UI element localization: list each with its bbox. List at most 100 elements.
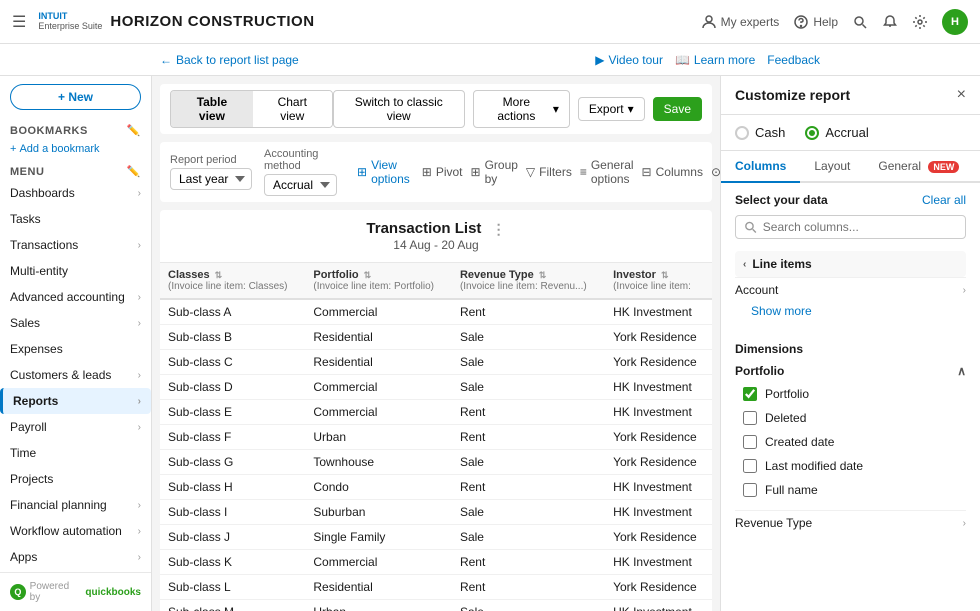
sidebar-item-customers---leads[interactable]: Customers & leads›: [0, 362, 151, 388]
sidebar-item-time[interactable]: Time: [0, 440, 151, 466]
bookmarks-header[interactable]: BOOKMARKS ✏️: [10, 124, 141, 137]
add-bookmark-button[interactable]: + Add a bookmark: [0, 139, 151, 159]
checkbox-input-3[interactable]: [743, 459, 757, 473]
filters-button[interactable]: ▽ Filters: [526, 165, 572, 179]
gear-icon[interactable]: [912, 14, 928, 30]
sidebar-item-reports[interactable]: Reports›: [0, 388, 151, 414]
powered-by: Q Powered by quickbooks: [0, 572, 151, 611]
checkbox-deleted[interactable]: Deleted: [735, 406, 966, 430]
sidebar-item-financial-planning[interactable]: Financial planning›: [0, 492, 151, 518]
portfolio-group-header[interactable]: Portfolio ∧: [735, 360, 966, 382]
cell-investor: York Residence: [605, 449, 712, 474]
my-experts-button[interactable]: My experts: [701, 14, 780, 30]
revenue-type-row[interactable]: Revenue Type ›: [735, 510, 966, 535]
cash-radio-circle: [735, 126, 749, 140]
columns-search-box: [735, 215, 966, 239]
columns-button[interactable]: ⊟ Columns: [642, 165, 703, 179]
line-items-header[interactable]: ‹ Line items: [735, 251, 966, 277]
sidebar-item-workflow-automation[interactable]: Workflow automation›: [0, 518, 151, 544]
chevron-icon: ›: [138, 188, 141, 199]
book-icon: 📖: [675, 53, 690, 67]
more-actions-button[interactable]: More actions ▾: [473, 90, 570, 128]
cell-portfolio: Commercial: [305, 299, 452, 325]
learn-more-link[interactable]: 📖 Learn more: [675, 53, 755, 67]
cell-class: Sub-class E: [160, 399, 305, 424]
cell-class: Sub-class K: [160, 549, 305, 574]
sort-icon-classes[interactable]: ⇅: [215, 270, 223, 280]
checkbox-last-modified-date[interactable]: Last modified date: [735, 454, 966, 478]
export-button[interactable]: Export ▾: [578, 97, 645, 121]
clear-all-button[interactable]: Clear all: [922, 193, 966, 207]
report-title-menu-icon[interactable]: ⋮: [492, 221, 506, 238]
bell-icon[interactable]: [882, 14, 898, 30]
tab-general[interactable]: General NEW: [864, 151, 973, 183]
sidebar-item-projects[interactable]: Projects: [0, 466, 151, 492]
sidebar-item-advanced-accounting[interactable]: Advanced accounting›: [0, 284, 151, 310]
more-filters-icon[interactable]: ⊙: [711, 165, 720, 179]
sort-icon-portfolio[interactable]: ⇅: [364, 270, 372, 280]
view-tabs: Table view Chart view: [170, 90, 333, 128]
video-tour-link[interactable]: ▶ Video tour: [595, 53, 663, 67]
checkbox-full-name[interactable]: Full name: [735, 478, 966, 502]
content-area: Table view Chart view Switch to classic …: [152, 76, 980, 611]
group-by-button[interactable]: ⊞ Group by: [471, 158, 518, 186]
checkbox-created-date[interactable]: Created date: [735, 430, 966, 454]
save-button[interactable]: Save: [653, 97, 702, 121]
revenue-type-chevron-icon: ›: [963, 518, 966, 529]
accrual-radio[interactable]: Accrual: [805, 125, 868, 140]
hamburger-icon[interactable]: ☰: [12, 12, 26, 32]
switch-classic-button[interactable]: Switch to classic view: [333, 90, 465, 128]
panel-close-button[interactable]: ×: [957, 86, 966, 104]
table-row: Sub-class E Commercial Rent HK Investmen…: [160, 399, 712, 424]
chart-view-tab[interactable]: Chart view: [253, 91, 332, 127]
cell-class: Sub-class H: [160, 474, 305, 499]
checkbox-input-1[interactable]: [743, 411, 757, 425]
sidebar-item-apps[interactable]: Apps›: [0, 544, 151, 570]
account-row[interactable]: Account ›: [735, 277, 966, 302]
view-options-button[interactable]: ⊞ View options: [357, 158, 410, 186]
cash-radio[interactable]: Cash: [735, 125, 785, 140]
general-options-button[interactable]: ≡ General options: [580, 158, 634, 186]
method-select[interactable]: Accrual: [264, 174, 337, 196]
tab-layout[interactable]: Layout: [800, 151, 864, 183]
search-icon[interactable]: [852, 14, 868, 30]
edit-icon: ✏️: [127, 124, 141, 137]
cell-revenue-type: Rent: [452, 574, 605, 599]
cell-class: Sub-class C: [160, 349, 305, 374]
period-select[interactable]: Last year: [170, 168, 252, 190]
checkbox-input-0[interactable]: [743, 387, 757, 401]
columns-search-input[interactable]: [763, 220, 957, 234]
cell-revenue-type: Sale: [452, 524, 605, 549]
menu-header[interactable]: MENU ✏️: [10, 165, 141, 178]
dimensions-title: Dimensions: [735, 334, 966, 360]
help-button[interactable]: Help: [793, 14, 838, 30]
checkbox-input-4[interactable]: [743, 483, 757, 497]
table-row: Sub-class K Commercial Rent HK Investmen…: [160, 549, 712, 574]
sidebar-item-multi-entity[interactable]: Multi-entity: [0, 258, 151, 284]
sort-icon-investor[interactable]: ⇅: [661, 270, 669, 280]
sidebar-item-tasks[interactable]: Tasks: [0, 206, 151, 232]
pivot-button[interactable]: ⊞ Pivot: [422, 165, 463, 179]
checkbox-portfolio[interactable]: Portfolio: [735, 382, 966, 406]
cell-portfolio: Residential: [305, 324, 452, 349]
cell-investor: HK Investment: [605, 599, 712, 611]
table-view-tab[interactable]: Table view: [171, 91, 253, 127]
sort-icon-revenue[interactable]: ⇅: [539, 270, 547, 280]
sidebar-item-dashboards[interactable]: Dashboards›: [0, 180, 151, 206]
back-link[interactable]: ← Back to report list page: [160, 53, 299, 67]
checkbox-input-2[interactable]: [743, 435, 757, 449]
period-filter: Report period Last year: [170, 154, 252, 190]
new-button[interactable]: + New: [10, 84, 141, 110]
sidebar-item-sales[interactable]: Sales›: [0, 310, 151, 336]
table-header-row: Classes ⇅ (Invoice line item: Classes) P…: [160, 263, 712, 299]
sidebar-item-transactions[interactable]: Transactions›: [0, 232, 151, 258]
eye-icon: ⊞: [357, 165, 367, 179]
sidebar-item-expenses[interactable]: Expenses: [0, 336, 151, 362]
show-more-button[interactable]: Show more: [735, 302, 966, 326]
sidebar-item-payroll[interactable]: Payroll›: [0, 414, 151, 440]
cell-revenue-type: Rent: [452, 299, 605, 325]
chevron-icon: ›: [138, 422, 141, 433]
tab-columns[interactable]: Columns: [721, 151, 800, 183]
profile-icon[interactable]: H: [942, 9, 968, 35]
feedback-link[interactable]: Feedback: [767, 53, 820, 67]
